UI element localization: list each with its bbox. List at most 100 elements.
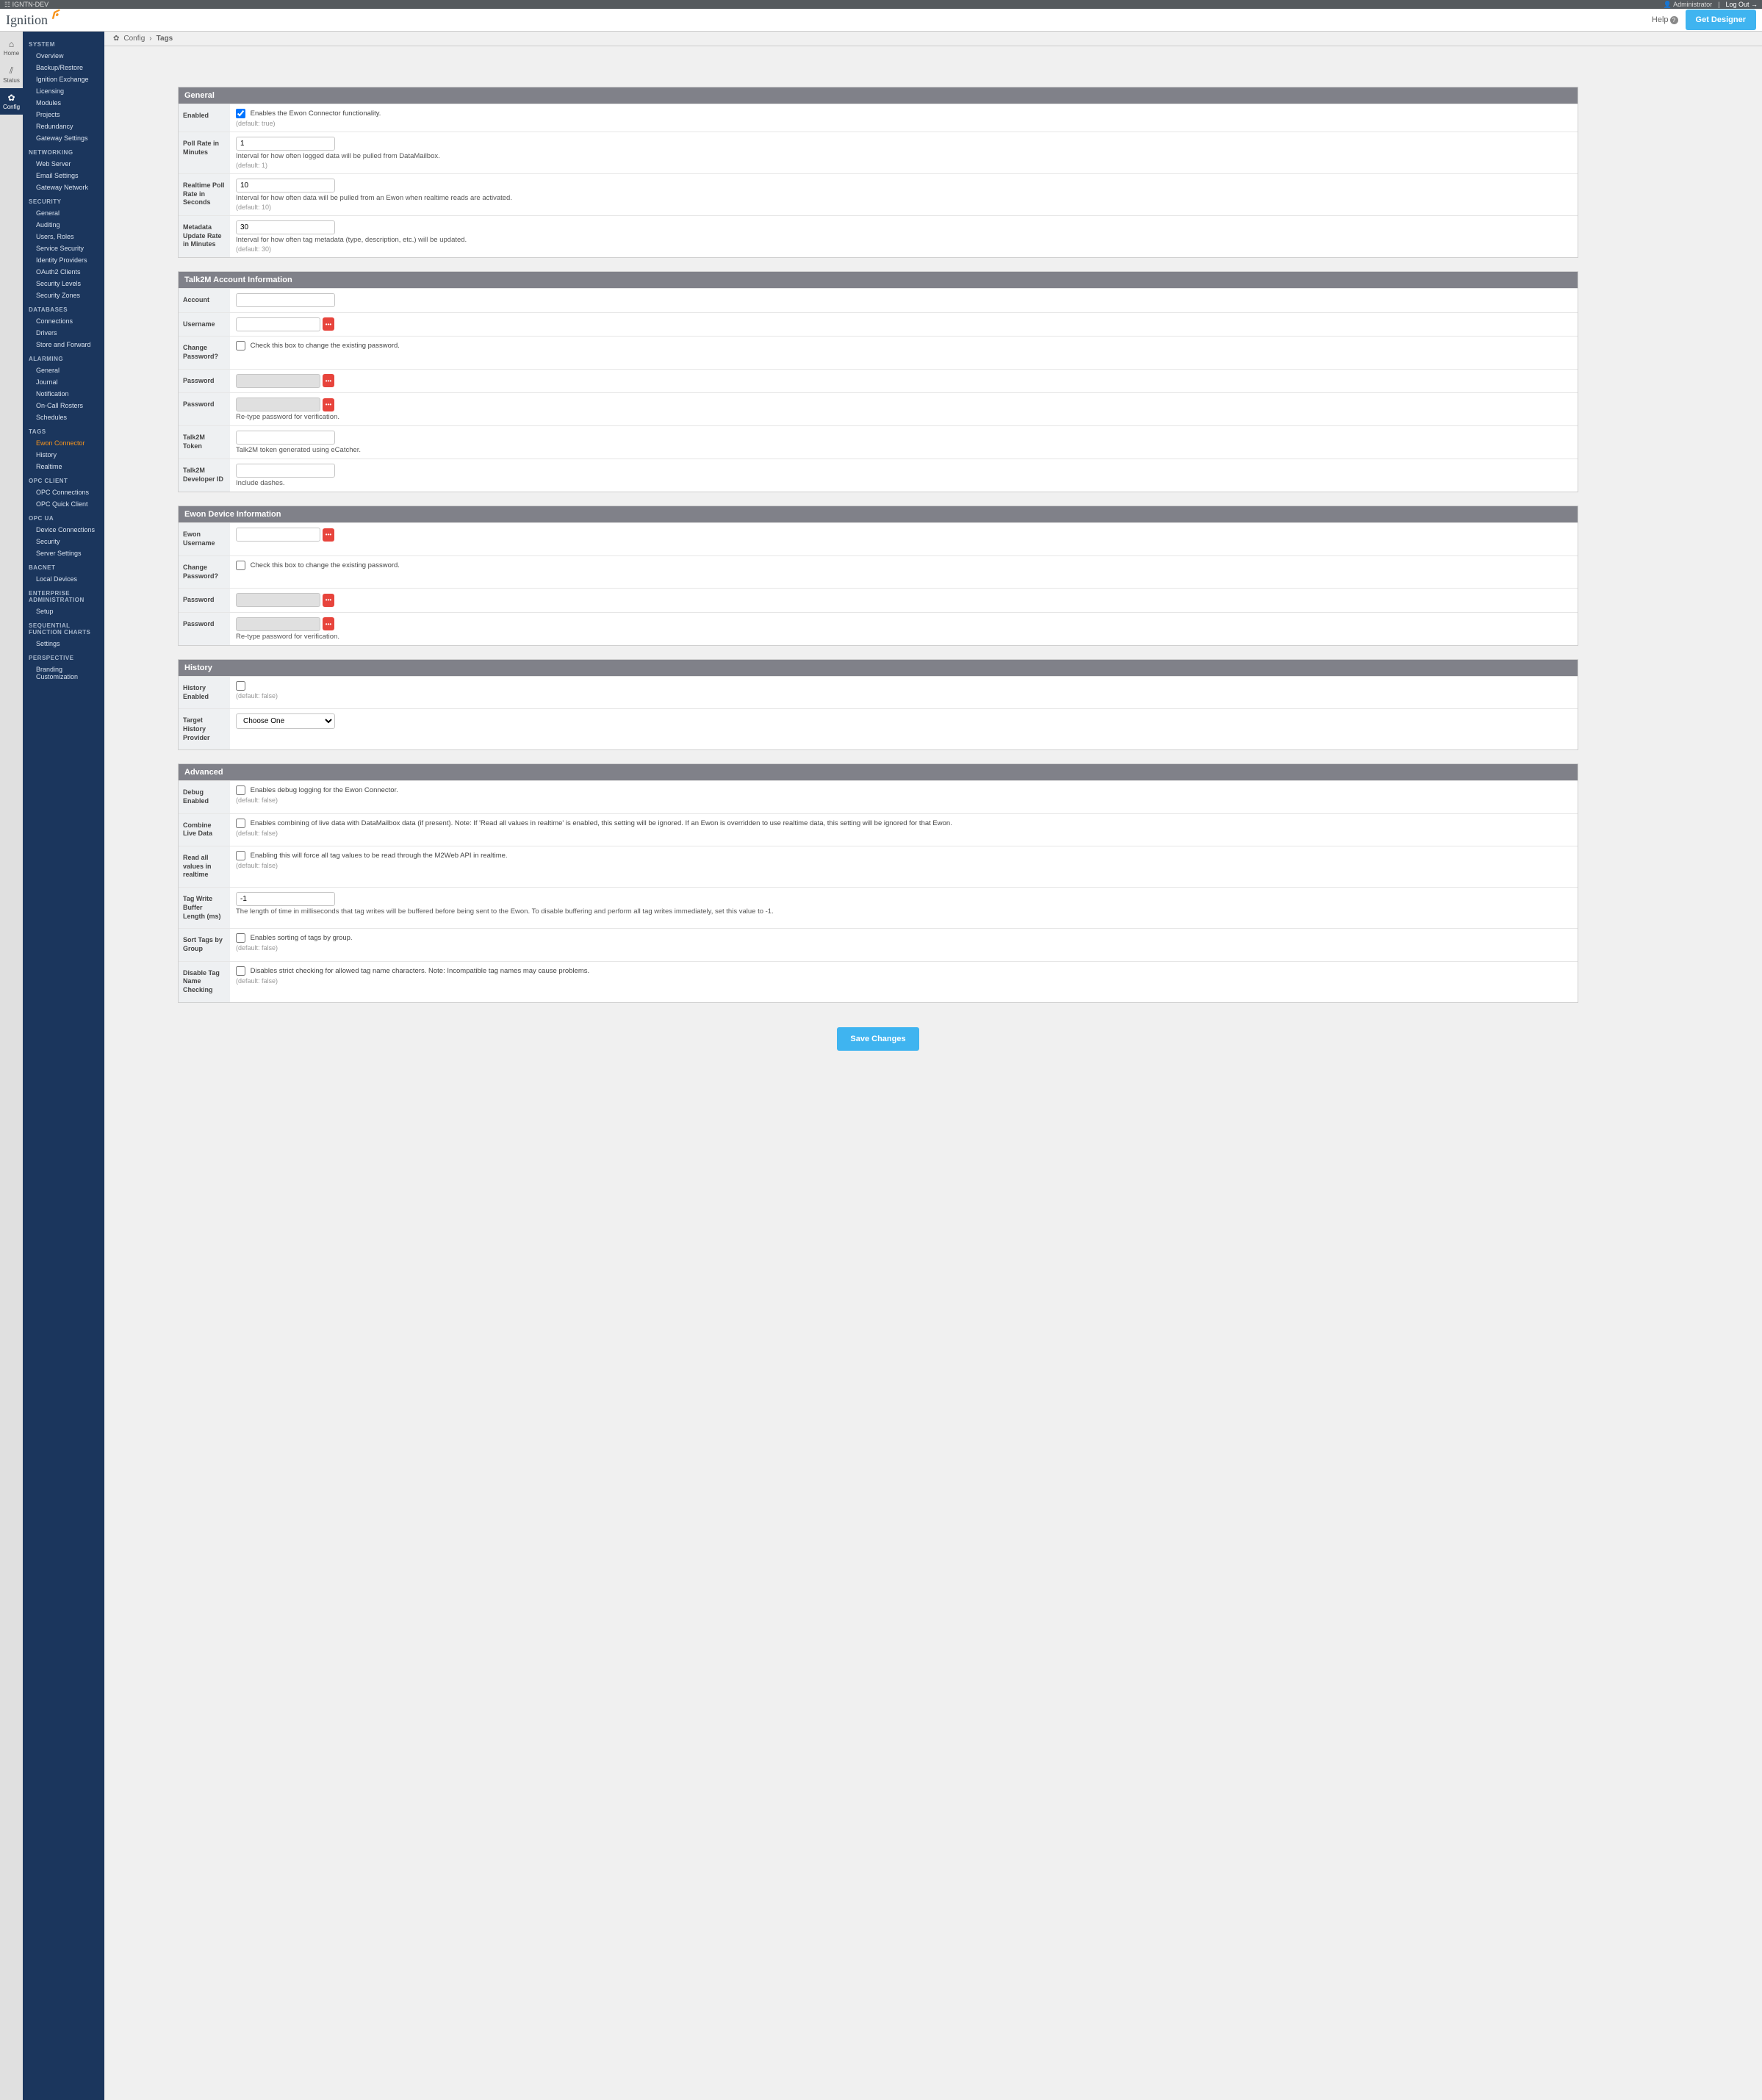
target-history-select[interactable]: Choose One — [236, 713, 335, 729]
get-designer-button[interactable]: Get Designer — [1686, 10, 1756, 30]
password-reveal-button[interactable]: ••• — [323, 528, 334, 542]
side-heading: DATABASES — [23, 301, 104, 315]
form-row: Password ••• — [179, 588, 1578, 612]
talk2m-username-input[interactable] — [236, 317, 320, 331]
rail-home[interactable]: ⌂Home — [0, 35, 23, 61]
sidebar-item-server-settings[interactable]: Server Settings — [23, 547, 104, 559]
realtimepoll-input[interactable] — [236, 179, 335, 193]
combine-checkbox[interactable] — [236, 819, 245, 828]
form-row: Change Password? Check this box to chang… — [179, 555, 1578, 588]
password-reveal-button[interactable]: ••• — [323, 374, 334, 387]
logout-link[interactable]: Log Out → — [1725, 0, 1758, 9]
sidebar-item-licensing[interactable]: Licensing — [23, 85, 104, 97]
password-reveal-button[interactable]: ••• — [323, 594, 334, 607]
ewon-password-input[interactable] — [236, 593, 320, 607]
help-text: Re-type password for verification. — [236, 633, 1572, 641]
history-enabled-checkbox[interactable] — [236, 681, 245, 691]
sidebar-item-security[interactable]: Security — [23, 536, 104, 547]
ewon-password2-input[interactable] — [236, 617, 320, 631]
account-input[interactable] — [236, 293, 335, 307]
sidebar-item-auditing[interactable]: Auditing — [23, 219, 104, 231]
sidebar-item-identity-providers[interactable]: Identity Providers — [23, 254, 104, 266]
sidebar-item-projects[interactable]: Projects — [23, 109, 104, 121]
sidebar-item-gateway-network[interactable]: Gateway Network — [23, 181, 104, 193]
row-label: Username — [179, 313, 230, 337]
logo: Ignition⸄ — [6, 6, 59, 34]
password-reveal-button[interactable]: ••• — [323, 617, 334, 630]
sidebar-item-settings[interactable]: Settings — [23, 638, 104, 650]
admin-link[interactable]: 👤 Administrator — [1664, 0, 1712, 9]
sidebar-item-local-devices[interactable]: Local Devices — [23, 573, 104, 585]
sort-checkbox[interactable] — [236, 933, 245, 943]
sidebar-item-connections[interactable]: Connections — [23, 315, 104, 327]
sidebar-item-ignition-exchange[interactable]: Ignition Exchange — [23, 73, 104, 85]
sidebar-item-branding-customization[interactable]: Branding Customization — [23, 664, 104, 683]
row-body: Disables strict checking for allowed tag… — [230, 962, 1578, 1002]
row-body: Check this box to change the existing pa… — [230, 337, 1578, 368]
sidebar-item-backup-restore[interactable]: Backup/Restore — [23, 62, 104, 73]
rail-config[interactable]: ✿Config — [0, 88, 23, 115]
sidebar-item-on-call-rosters[interactable]: On-Call Rosters — [23, 400, 104, 411]
sidebar-item-opc-connections[interactable]: OPC Connections — [23, 486, 104, 498]
pollrate-input[interactable] — [236, 137, 335, 151]
save-changes-button[interactable]: Save Changes — [837, 1027, 918, 1051]
sidebar-item-ewon-connector[interactable]: Ewon Connector — [23, 437, 104, 449]
metadata-input[interactable] — [236, 220, 335, 234]
sidebar-item-journal[interactable]: Journal — [23, 376, 104, 388]
row-body: ••• Re-type password for verification. — [230, 613, 1578, 645]
sidebar-item-realtime[interactable]: Realtime — [23, 461, 104, 472]
rail-status[interactable]: ⫽Status — [0, 61, 23, 88]
sidebar-item-web-server[interactable]: Web Server — [23, 158, 104, 170]
side-heading: OPC UA — [23, 510, 104, 524]
help-text: Include dashes. — [236, 479, 1572, 487]
enabled-checkbox[interactable] — [236, 109, 245, 118]
disable-checkbox[interactable] — [236, 966, 245, 976]
talk2m-password2-input[interactable] — [236, 398, 320, 411]
side-heading: BACNET — [23, 559, 104, 573]
sidebar-item-overview[interactable]: Overview — [23, 50, 104, 62]
default-text: (default: false) — [236, 944, 1572, 952]
default-text: (default: 30) — [236, 245, 1572, 253]
sidebar-item-drivers[interactable]: Drivers — [23, 327, 104, 339]
row-label: Account — [179, 289, 230, 312]
talk2m-devid-input[interactable] — [236, 464, 335, 478]
sidebar-item-service-security[interactable]: Service Security — [23, 242, 104, 254]
readall-checkbox[interactable] — [236, 851, 245, 860]
breadcrumb-config[interactable]: Config — [123, 35, 145, 43]
talk2m-token-input[interactable] — [236, 431, 335, 445]
form-row: History Enabled(default: false) — [179, 676, 1578, 708]
row-body: Enables debug logging for the Ewon Conne… — [230, 781, 1578, 813]
sidebar-item-opc-quick-client[interactable]: OPC Quick Client — [23, 498, 104, 510]
sidebar-item-notification[interactable]: Notification — [23, 388, 104, 400]
sidebar-item-users-roles[interactable]: Users, Roles — [23, 231, 104, 242]
ewon-change-pw-checkbox[interactable] — [236, 561, 245, 570]
sidebar-item-general[interactable]: General — [23, 207, 104, 219]
row-label: Talk2M Developer ID — [179, 459, 230, 492]
sidebar-item-modules[interactable]: Modules — [23, 97, 104, 109]
help-text: Interval for how often logged data will … — [236, 152, 1572, 160]
talk2m-change-pw-checkbox[interactable] — [236, 341, 245, 350]
sidebar-item-history[interactable]: History — [23, 449, 104, 461]
sidebar-item-general[interactable]: General — [23, 364, 104, 376]
sidebar-item-schedules[interactable]: Schedules — [23, 411, 104, 423]
help-text: Enables sorting of tags by group. — [248, 934, 353, 942]
sidebar-item-redundancy[interactable]: Redundancy — [23, 121, 104, 132]
debug-checkbox[interactable] — [236, 785, 245, 795]
sidebar-item-gateway-settings[interactable]: Gateway Settings — [23, 132, 104, 144]
sidebar-item-security-zones[interactable]: Security Zones — [23, 290, 104, 301]
ewon-username-input[interactable] — [236, 528, 320, 542]
help-link[interactable]: Help? — [1652, 15, 1678, 24]
sidebar-item-security-levels[interactable]: Security Levels — [23, 278, 104, 290]
row-body — [230, 289, 1578, 312]
sidebar-item-oauth2-clients[interactable]: OAuth2 Clients — [23, 266, 104, 278]
row-label: Password — [179, 589, 230, 612]
sidebar-item-store-and-forward[interactable]: Store and Forward — [23, 339, 104, 350]
sidebar-item-device-connections[interactable]: Device Connections — [23, 524, 104, 536]
talk2m-password-input[interactable] — [236, 374, 320, 388]
sidebar-item-email-settings[interactable]: Email Settings — [23, 170, 104, 181]
password-reveal-button[interactable]: ••• — [323, 317, 334, 331]
breadcrumb-tags: Tags — [157, 35, 173, 43]
buffer-input[interactable] — [236, 892, 335, 906]
password-reveal-button[interactable]: ••• — [323, 398, 334, 411]
sidebar-item-setup[interactable]: Setup — [23, 605, 104, 617]
